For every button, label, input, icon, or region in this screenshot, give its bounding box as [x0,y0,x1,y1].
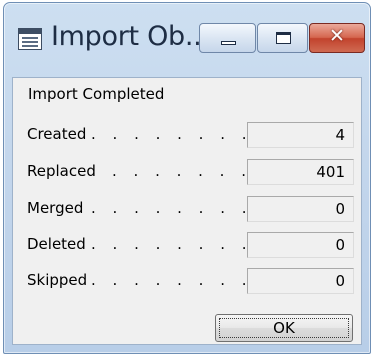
stat-row-created: Created . . . . . . . . . 4 [13,122,361,150]
replaced-label: Replaced [27,162,96,180]
stat-row-merged: Merged . . . . . . . . . 0 [13,196,361,224]
stat-row-skipped: Skipped . . . . . . . . . 0 [13,268,361,296]
created-label: Created [27,125,87,143]
deleted-label: Deleted [27,235,86,253]
leader-dots: . . . . . . . [112,162,252,180]
created-count-field[interactable]: 4 [247,122,354,148]
maximize-button[interactable] [257,23,308,53]
ok-button[interactable]: OK [215,314,353,342]
merged-label: Merged [27,199,84,217]
ok-button-label: OK [219,318,349,338]
window-title: Import Ob... [51,21,210,52]
replaced-count-field[interactable]: 401 [247,159,354,185]
dialog-body: Import Completed Created . . . . . . . .… [12,77,362,345]
merged-count-field[interactable]: 0 [247,196,354,222]
title-bar[interactable]: Import Ob... ✕ [4,3,370,77]
stat-row-replaced: Replaced . . . . . . . 401 [13,159,361,187]
skipped-label: Skipped [27,271,88,289]
import-status-heading: Import Completed [28,85,165,103]
close-button[interactable]: ✕ [309,23,365,53]
deleted-count-field[interactable]: 0 [247,232,354,258]
skipped-count-field[interactable]: 0 [247,268,354,294]
minimize-button[interactable] [199,23,256,53]
stat-row-deleted: Deleted . . . . . . . . . 0 [13,232,361,260]
maximize-icon [276,32,291,44]
minimize-icon [221,41,236,45]
import-objects-window: Import Ob... ✕ Import Completed Created … [3,2,371,354]
form-window-icon[interactable] [18,28,42,50]
close-icon: ✕ [329,25,345,47]
